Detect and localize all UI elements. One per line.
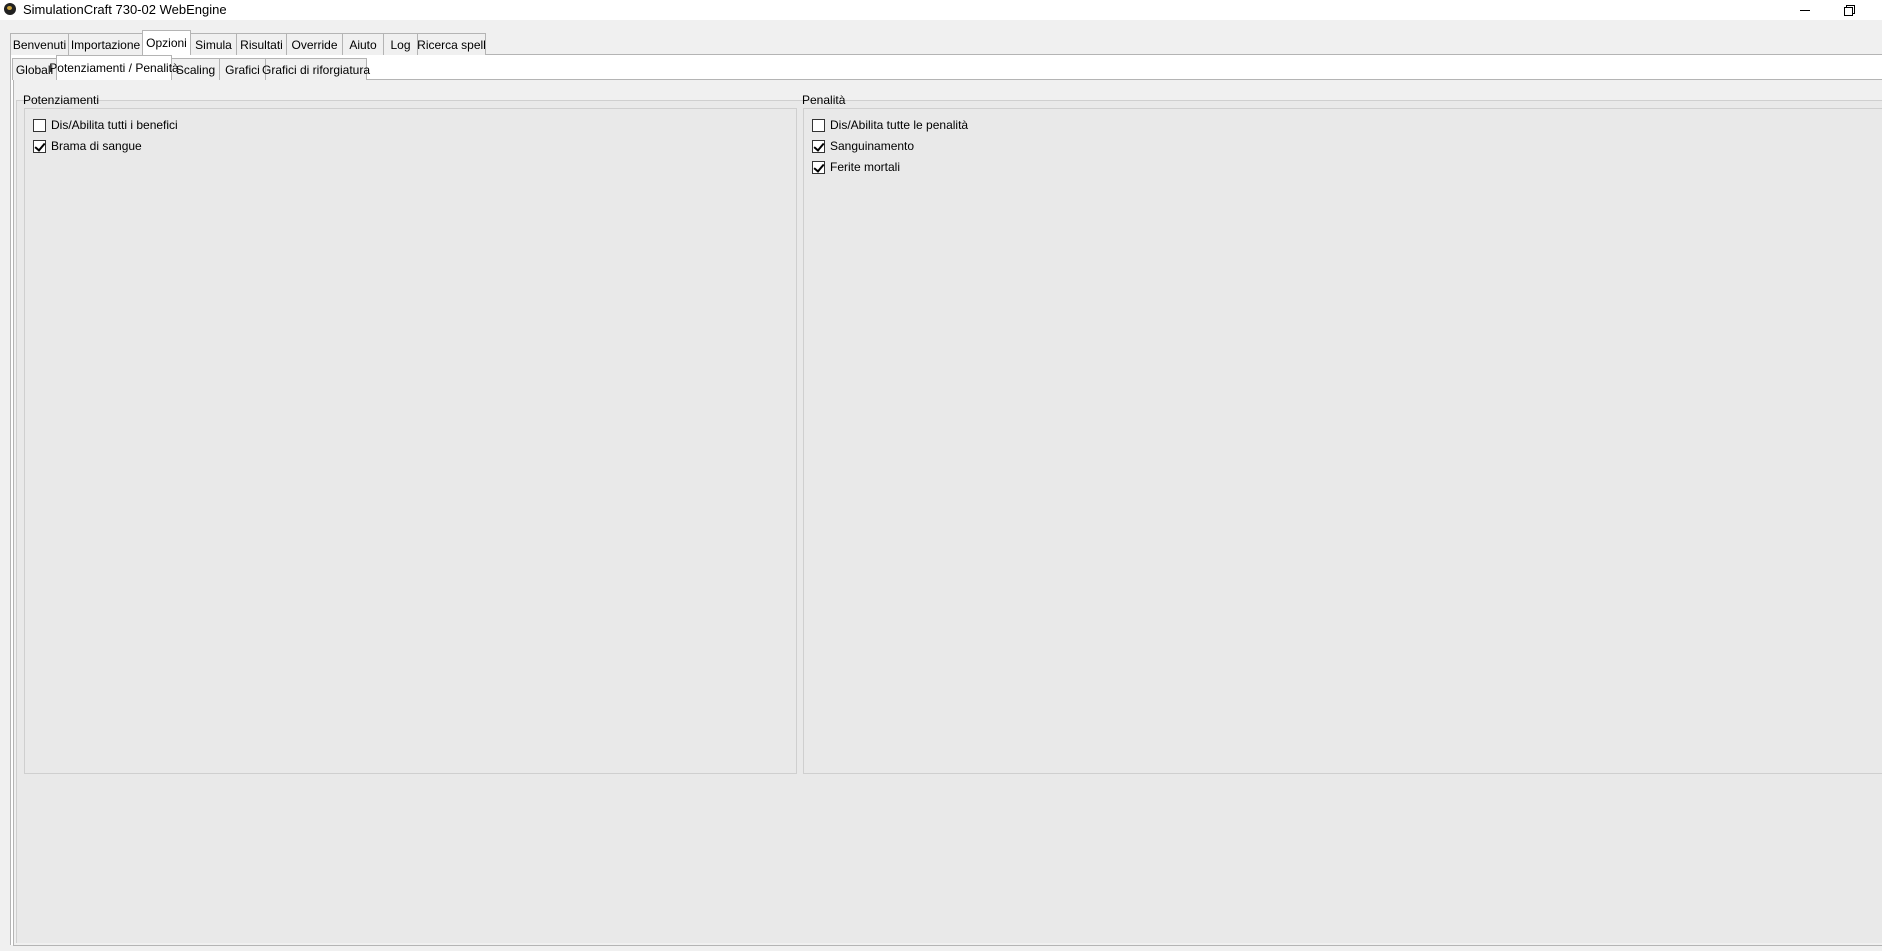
tab-simula[interactable]: Simula <box>190 33 237 55</box>
tab-opzioni[interactable]: Opzioni <box>142 30 191 55</box>
buff-toggle-all-row[interactable]: Dis/Abilita tutti i benefici <box>33 117 178 133</box>
tab-override[interactable]: Override <box>286 33 343 55</box>
debuffs-group-box <box>803 108 1882 774</box>
tab-risultati[interactable]: Risultati <box>236 33 287 55</box>
title-bar: SimulationCraft 730-02 WebEngine <box>0 0 1882 20</box>
subtab-potenziamenti-penalita[interactable]: Potenziamenti / Penalità <box>49 55 179 80</box>
app-logo-icon <box>4 3 16 15</box>
debuff-mortal-wounds-checkbox[interactable] <box>812 160 825 174</box>
minimize-button[interactable] <box>1782 0 1828 20</box>
debuff-toggle-all-checkbox[interactable] <box>812 118 825 132</box>
debuffs-group-title: Penalità <box>802 93 846 107</box>
tab-benvenuti[interactable]: Benvenuti <box>10 33 69 55</box>
tab-aiuto[interactable]: Aiuto <box>342 33 384 55</box>
buff-bloodlust-label: Brama di sangue <box>51 139 142 153</box>
debuff-toggle-all-row[interactable]: Dis/Abilita tutte le penalità <box>812 117 968 133</box>
buffs-group-title: Potenziamenti <box>23 93 100 107</box>
restore-icon <box>1844 5 1855 16</box>
restore-button[interactable] <box>1826 0 1872 20</box>
debuff-bleeding-checkbox[interactable] <box>812 139 825 153</box>
subtab-grafici[interactable]: Grafici <box>219 58 266 80</box>
buff-toggle-all-checkbox[interactable] <box>33 118 46 132</box>
debuff-mortal-wounds-row[interactable]: Ferite mortali <box>812 159 900 175</box>
debuff-bleeding-row[interactable]: Sanguinamento <box>812 138 914 154</box>
debuff-bleeding-label: Sanguinamento <box>830 139 915 153</box>
debuff-toggle-all-label: Dis/Abilita tutte le penalità <box>830 118 969 132</box>
window-title: SimulationCraft 730-02 WebEngine <box>23 2 227 17</box>
buff-toggle-all-label: Dis/Abilita tutti i benefici <box>51 118 178 132</box>
tab-importazione[interactable]: Importazione <box>68 33 143 55</box>
tab-ricerca-spell[interactable]: Ricerca spell <box>417 33 486 55</box>
debuff-mortal-wounds-label: Ferite mortali <box>830 160 901 174</box>
minimize-icon <box>1800 9 1810 11</box>
subtab-grafici-riforgiatura[interactable]: Grafici di riforgiatura <box>262 58 370 80</box>
buff-bloodlust-row[interactable]: Brama di sangue <box>33 138 142 154</box>
buffs-group-box <box>24 108 797 774</box>
buff-bloodlust-checkbox[interactable] <box>33 139 46 153</box>
tab-log[interactable]: Log <box>383 33 418 55</box>
